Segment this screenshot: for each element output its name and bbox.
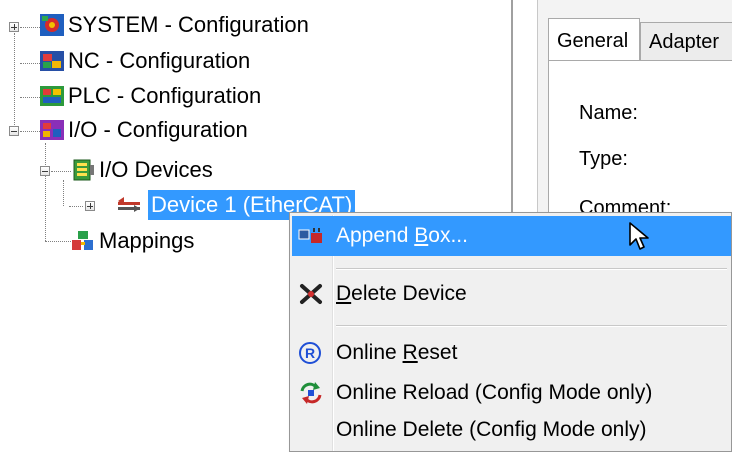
io-devices-icon: [73, 159, 94, 181]
tree-connector: [63, 180, 64, 206]
ethercat-device-icon: [118, 197, 140, 212]
menu-separator: [336, 268, 727, 270]
tree-connector: [20, 27, 40, 28]
tree-node-label: NC - Configuration: [68, 48, 251, 73]
collapse-io-button[interactable]: [9, 126, 19, 136]
tree-connector: [45, 143, 46, 241]
menu-item-label: Delete Device: [336, 282, 467, 305]
online-reset-icon: R: [299, 342, 321, 364]
tree-node-label: I/O Devices: [99, 157, 213, 182]
tree-node-label: PLC - Configuration: [68, 83, 262, 108]
name-label: Name:: [579, 102, 638, 124]
tree-connector: [45, 241, 71, 242]
context-menu: Append Box... Delete Device R Online Res…: [289, 212, 732, 452]
append-box-icon: [298, 228, 322, 243]
menu-item-append-box[interactable]: Append Box...: [292, 216, 731, 256]
tree-node-label: SYSTEM - Configuration: [68, 12, 309, 37]
plc-config-icon: [40, 86, 64, 106]
online-reload-icon: [300, 382, 322, 404]
expand-system-button[interactable]: [9, 22, 19, 32]
mappings-icon: [72, 231, 93, 250]
tree-connector: [51, 171, 71, 172]
svg-text:R: R: [305, 345, 315, 361]
menu-separator: [336, 325, 727, 327]
menu-item-label: Online Reload (Config Mode only): [336, 381, 653, 404]
tree-connector: [20, 131, 40, 132]
tree-connector: [20, 97, 40, 98]
expand-device1-button[interactable]: [85, 201, 95, 211]
tree-node-label: Mappings: [99, 228, 195, 253]
tree-node-label: I/O - Configuration: [68, 117, 248, 142]
menu-item-label: Append Box...: [336, 224, 468, 247]
menu-item-delete-device[interactable]: Delete Device: [292, 274, 731, 314]
menu-item-label: Online Reset: [336, 341, 458, 364]
collapse-io-devices-button[interactable]: [40, 166, 50, 176]
nc-config-icon: [40, 51, 64, 71]
tab-adapter[interactable]: Adapter: [640, 22, 732, 60]
menu-item-online-reload[interactable]: Online Reload (Config Mode only): [292, 373, 731, 413]
menu-item-online-reset[interactable]: R Online Reset: [292, 333, 731, 373]
menu-item-label: Online Delete (Config Mode only): [336, 418, 647, 441]
tree-connector: [20, 63, 40, 64]
tree-connector: [14, 33, 15, 129]
tree-connector: [69, 206, 83, 207]
mouse-cursor-icon: [629, 222, 649, 250]
type-label: Type:: [579, 148, 628, 170]
menu-item-online-delete[interactable]: Online Delete (Config Mode only): [292, 410, 731, 450]
delete-device-icon: [300, 284, 322, 304]
system-config-icon: [40, 14, 64, 36]
tab-general[interactable]: General: [548, 18, 640, 60]
io-config-icon: [40, 120, 64, 140]
